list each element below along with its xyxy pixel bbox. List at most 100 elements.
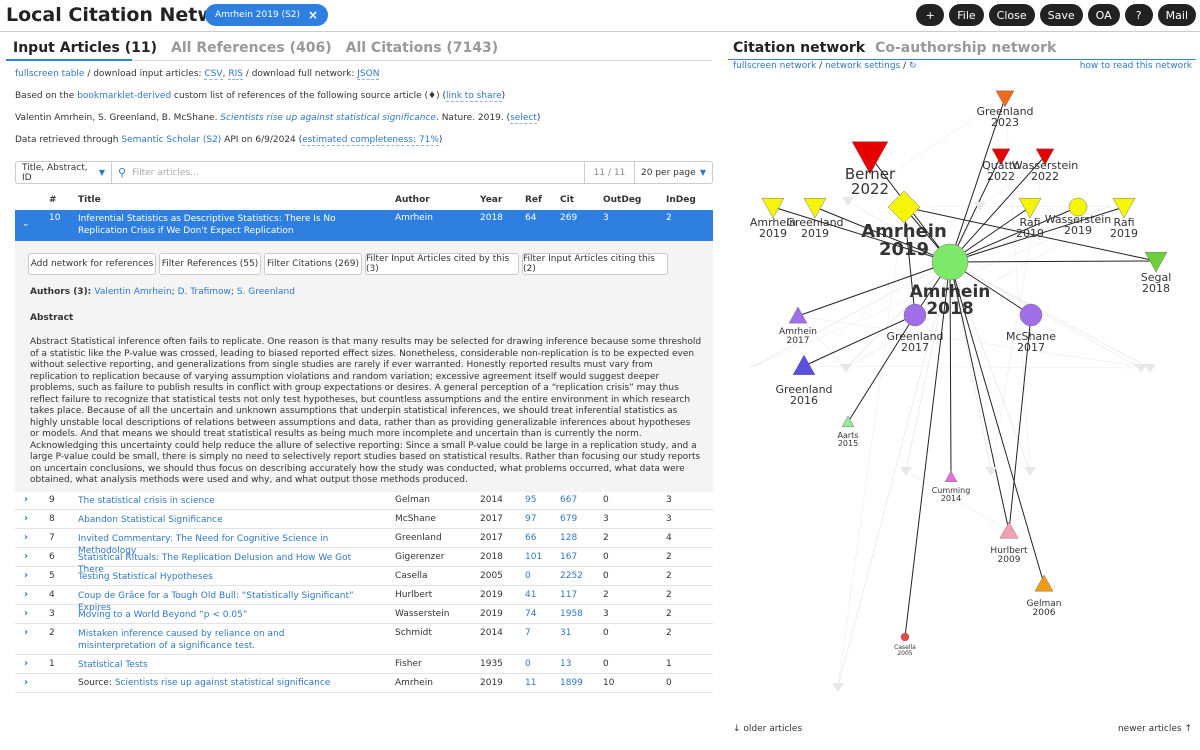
completeness-link[interactable]: estimated completeness: 71% <box>302 135 439 146</box>
cell-title[interactable]: The statistical crisis in science <box>78 495 358 507</box>
network-node[interactable] <box>944 470 958 483</box>
network-settings-link[interactable]: network settings <box>825 61 900 71</box>
cell-indeg[interactable]: 4 <box>666 533 672 543</box>
expand-icon[interactable]: › <box>24 551 28 562</box>
cell-author[interactable]: Hurlbert <box>395 590 432 600</box>
cell-author[interactable]: Gigerenzer <box>395 552 444 562</box>
table-row[interactable]: › 1 Statistical Tests Fisher 1935 0 13 0 1 <box>15 655 713 674</box>
cell-author[interactable]: Amrhein <box>395 213 433 223</box>
expand-icon[interactable]: › <box>24 494 28 505</box>
col-header-ref[interactable]: Ref <box>525 195 542 205</box>
network-node[interactable] <box>1144 251 1168 273</box>
cell-indeg[interactable]: 2 <box>666 213 672 223</box>
cell-author[interactable]: Schmidt <box>395 628 432 638</box>
table-row[interactable]: › 4 Coup de Grâce for a Tough Old Bull: “S… <box>15 586 713 613</box>
cell-outdeg[interactable]: 0 <box>603 495 609 505</box>
expand-icon[interactable]: › <box>24 570 28 581</box>
table-row-source[interactable]: › Source: Scientists rise up against sta… <box>15 674 713 693</box>
cell-indeg[interactable]: 2 <box>666 590 672 600</box>
network-node[interactable] <box>1034 574 1054 592</box>
cell-author[interactable]: Casella <box>395 571 428 581</box>
mail-button[interactable]: Mail <box>1157 4 1196 26</box>
tab-all-citations[interactable]: All Citations (7143) <box>346 40 499 56</box>
expand-icon[interactable]: › <box>24 677 28 688</box>
csv-link[interactable]: CSV <box>204 69 223 80</box>
source-tag[interactable]: Amrhein 2019 (S2) × <box>205 4 329 26</box>
cell-outdeg[interactable]: 3 <box>603 514 609 524</box>
cell-title[interactable]: Abandon Statistical Significance <box>78 514 358 526</box>
bookmarklet-link[interactable]: bookmarklet-derived <box>77 91 171 101</box>
per-page-select[interactable]: 20 per page ▼ <box>634 162 712 183</box>
table-row[interactable]: › 2 Mistaken inference caused by reliance … <box>15 624 713 655</box>
table-row[interactable]: › 6 Statistical Rituals: The Replication D… <box>15 548 713 575</box>
cell-author[interactable]: McShane <box>395 514 436 524</box>
cell-cit[interactable]: 167 <box>560 552 577 562</box>
expand-icon[interactable]: › <box>24 532 28 543</box>
cell-title[interactable]: Statistical Tests <box>78 659 358 671</box>
cell-author[interactable]: Amrhein <box>395 678 433 688</box>
file-button[interactable]: File <box>949 4 984 26</box>
cell-cit[interactable]: 667 <box>560 495 577 505</box>
tab-all-references[interactable]: All References (406) <box>171 40 332 56</box>
col-header-title[interactable]: Title <box>78 195 101 205</box>
col-header-outdeg[interactable]: OutDeg <box>603 195 641 205</box>
cell-ref[interactable]: 74 <box>525 609 536 619</box>
network-node[interactable] <box>903 303 927 327</box>
filter-citations-button[interactable]: Filter Citations (269) <box>264 253 362 275</box>
cell-indeg[interactable]: 0 <box>666 678 672 688</box>
cell-indeg[interactable]: 2 <box>666 552 672 562</box>
cell-title[interactable]: Moving to a World Beyond “p < 0.05” <box>78 609 358 621</box>
cell-cit[interactable]: 269 <box>560 213 577 223</box>
cell-indeg[interactable]: 2 <box>666 571 672 581</box>
collapse-icon[interactable]: ⌄ <box>22 219 30 229</box>
cell-outdeg[interactable]: 0 <box>603 628 609 638</box>
close-icon[interactable]: × <box>308 8 318 22</box>
cell-outdeg[interactable]: 3 <box>603 609 609 619</box>
json-link[interactable]: JSON <box>357 69 380 80</box>
help-button[interactable]: ? <box>1124 4 1153 26</box>
cell-ref[interactable]: 7 <box>525 628 531 638</box>
network-node[interactable] <box>999 521 1019 539</box>
cell-outdeg[interactable]: 2 <box>603 533 609 543</box>
cell-ref[interactable]: 101 <box>525 552 542 562</box>
network-node[interactable] <box>788 306 808 324</box>
cell-indeg[interactable]: 2 <box>666 609 672 619</box>
refresh-icon[interactable]: ↻ <box>909 61 917 71</box>
cell-outdeg[interactable]: 2 <box>603 590 609 600</box>
tab-coauthorship-network[interactable]: Co-authorship network <box>875 40 1056 56</box>
filter-citing-button[interactable]: Filter Input Articles citing this (2) <box>522 253 668 275</box>
network-node[interactable] <box>1019 303 1043 327</box>
col-header-year[interactable]: Year <box>480 195 502 205</box>
save-button[interactable]: Save <box>1039 4 1083 26</box>
source-title-link[interactable]: Scientists rise up against statistical s… <box>115 678 331 688</box>
cell-ref[interactable]: 0 <box>525 659 531 669</box>
author-link[interactable]: D. Trafimow <box>178 287 231 297</box>
cell-author[interactable]: Greenland <box>395 533 442 543</box>
how-to-read-link[interactable]: how to read this network <box>1080 61 1192 71</box>
network-node[interactable] <box>841 415 855 428</box>
field-select[interactable]: Title, Abstract, ID ▼ <box>16 162 112 183</box>
network-node[interactable] <box>900 632 910 642</box>
table-row[interactable]: › 5 Testing Statistical Hypotheses Casella 2… <box>15 567 713 586</box>
cell-author[interactable]: Gelman <box>395 495 430 505</box>
cell-indeg[interactable]: 2 <box>666 628 672 638</box>
cell-cit[interactable]: 117 <box>560 590 577 600</box>
cell-ref[interactable]: 66 <box>525 533 536 543</box>
author-link[interactable]: Valentin Amrhein <box>94 287 171 297</box>
cell-title[interactable]: Testing Statistical Hypotheses <box>78 571 358 583</box>
table-row[interactable]: › 9 The statistical crisis in science Gelma… <box>15 491 713 510</box>
cell-cit[interactable]: 1958 <box>560 609 583 619</box>
cell-title[interactable]: Inferential Statistics as Descriptive St… <box>78 213 388 237</box>
share-link[interactable]: link to share <box>445 91 502 102</box>
close-button[interactable]: Close <box>988 4 1035 26</box>
semantic-scholar-link[interactable]: Semantic Scholar (S2) <box>121 135 221 145</box>
cell-outdeg[interactable]: 0 <box>603 552 609 562</box>
cell-cit[interactable]: 679 <box>560 514 577 524</box>
network-node[interactable] <box>792 354 816 376</box>
tab-input-articles[interactable]: Input Articles (11) <box>13 40 157 56</box>
cell-author[interactable]: Wasserstein <box>395 609 449 619</box>
cell-cit[interactable]: 31 <box>560 628 571 638</box>
expand-icon[interactable]: › <box>24 627 28 638</box>
cell-ref[interactable]: 11 <box>525 678 536 688</box>
expand-icon[interactable]: › <box>24 589 28 600</box>
